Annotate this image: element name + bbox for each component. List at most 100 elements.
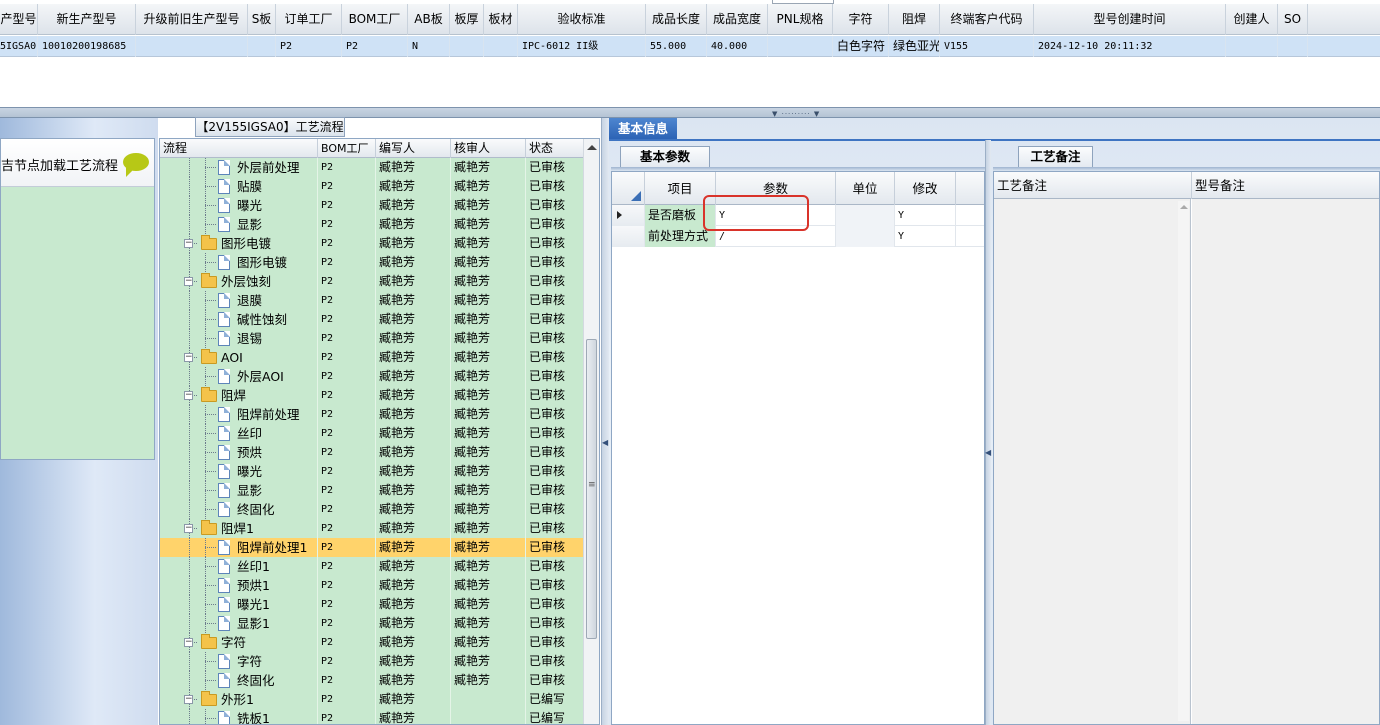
tree-cell-reviewer[interactable]: 臧艳芳 bbox=[451, 253, 526, 272]
tree-row[interactable]: 退锡 P2 臧艳芳 臧艳芳 已审核 bbox=[160, 329, 584, 348]
top-cell[interactable] bbox=[136, 36, 248, 57]
top-col-header[interactable]: 型号创建时间 bbox=[1034, 4, 1226, 35]
tree-row[interactable]: 曝光1 P2 臧艳芳 臧艳芳 已审核 bbox=[160, 595, 584, 614]
tree-cell-status[interactable]: 已审核 bbox=[526, 462, 584, 481]
tree-row[interactable]: 预烘1 P2 臧艳芳 臧艳芳 已审核 bbox=[160, 576, 584, 595]
tree-cell-writer[interactable]: 臧艳芳 bbox=[376, 481, 451, 500]
tree-node-cell[interactable]: 字符 bbox=[160, 652, 318, 671]
tree-node-cell[interactable]: 外层前处理 bbox=[160, 158, 318, 177]
collapse-right-icon[interactable]: ◀ bbox=[985, 448, 991, 457]
tree-cell-bom[interactable]: P2 bbox=[318, 633, 376, 652]
tree-cell-reviewer[interactable]: 臧艳芳 bbox=[451, 576, 526, 595]
tree-node-cell[interactable]: 预烘 bbox=[160, 443, 318, 462]
tree-cell-bom[interactable]: P2 bbox=[318, 519, 376, 538]
top-cell[interactable] bbox=[484, 36, 518, 57]
tree-cell-writer[interactable]: 臧艳芳 bbox=[376, 310, 451, 329]
top-cell[interactable]: 绿色亚光 bbox=[889, 36, 940, 57]
tree-cell-bom[interactable]: P2 bbox=[318, 177, 376, 196]
tree-node-cell[interactable]: − 阻焊1 bbox=[160, 519, 318, 538]
tree-cell-writer[interactable]: 臧艳芳 bbox=[376, 158, 451, 177]
tree-cell-writer[interactable]: 臧艳芳 bbox=[376, 709, 451, 724]
tree-cell-reviewer[interactable]: 臧艳芳 bbox=[451, 158, 526, 177]
tree-row[interactable]: 贴膜 P2 臧艳芳 臧艳芳 已审核 bbox=[160, 177, 584, 196]
top-cell[interactable]: 2024-12-10 20:11:32 bbox=[1034, 36, 1226, 57]
top-cell[interactable]: 10010200198685 bbox=[38, 36, 136, 57]
top-col-header[interactable]: 阻焊 bbox=[889, 4, 940, 35]
top-col-header[interactable]: 升级前旧生产型号 bbox=[136, 4, 248, 35]
collapse-node-icon[interactable]: − bbox=[184, 524, 193, 533]
tree-node-cell[interactable]: − 外层蚀刻 bbox=[160, 272, 318, 291]
tree-cell-reviewer[interactable]: 臧艳芳 bbox=[451, 557, 526, 576]
tree-cell-writer[interactable]: 臧艳芳 bbox=[376, 614, 451, 633]
tree-cell-reviewer[interactable]: 臧艳芳 bbox=[451, 538, 526, 557]
tree-cell-bom[interactable]: P2 bbox=[318, 405, 376, 424]
tree-cell-bom[interactable]: P2 bbox=[318, 310, 376, 329]
collapse-left-icon[interactable]: ◀ bbox=[602, 438, 608, 447]
tree-node-cell[interactable]: 丝印1 bbox=[160, 557, 318, 576]
tree-vertical-scrollbar[interactable] bbox=[583, 139, 599, 724]
tree-cell-reviewer[interactable]: 臧艳芳 bbox=[451, 215, 526, 234]
tree-cell-reviewer[interactable]: 臧艳芳 bbox=[451, 234, 526, 253]
top-cell[interactable]: 白色字符 bbox=[833, 36, 889, 57]
tree-cell-writer[interactable]: 臧艳芳 bbox=[376, 272, 451, 291]
tree-cell-reviewer[interactable]: 臧艳芳 bbox=[451, 462, 526, 481]
tree-row[interactable]: 丝印 P2 臧艳芳 臧艳芳 已审核 bbox=[160, 424, 584, 443]
tree-cell-reviewer[interactable]: 臧艳芳 bbox=[451, 443, 526, 462]
tree-row[interactable]: 终固化 P2 臧艳芳 臧艳芳 已审核 bbox=[160, 671, 584, 690]
tree-cell-status[interactable]: 已审核 bbox=[526, 348, 584, 367]
tree-cell-status[interactable]: 已审核 bbox=[526, 253, 584, 272]
scroll-up-icon[interactable] bbox=[587, 145, 597, 150]
param-cell-modified[interactable]: Y bbox=[895, 205, 956, 226]
tree-cell-status[interactable]: 已审核 bbox=[526, 310, 584, 329]
top-col-header[interactable]: AB板 bbox=[408, 4, 450, 35]
tree-cell-status[interactable]: 已审核 bbox=[526, 519, 584, 538]
tree-cell-status[interactable]: 已审核 bbox=[526, 196, 584, 215]
tree-row[interactable]: − 图形电镀 P2 臧艳芳 臧艳芳 已审核 bbox=[160, 234, 584, 253]
tree-row[interactable]: − 外层蚀刻 P2 臧艳芳 臧艳芳 已审核 bbox=[160, 272, 584, 291]
tab-basic-params[interactable]: 基本参数 bbox=[620, 146, 710, 167]
tree-cell-reviewer[interactable]: 臧艳芳 bbox=[451, 652, 526, 671]
tree-node-cell[interactable]: 退膜 bbox=[160, 291, 318, 310]
tree-cell-writer[interactable]: 臧艳芳 bbox=[376, 291, 451, 310]
tree-cell-reviewer[interactable] bbox=[451, 709, 526, 724]
tree-col-header[interactable]: 流程 bbox=[160, 139, 318, 158]
tree-node-cell[interactable]: 显影 bbox=[160, 215, 318, 234]
tree-col-header[interactable]: BOM工厂 bbox=[318, 139, 376, 158]
tree-cell-reviewer[interactable]: 臧艳芳 bbox=[451, 272, 526, 291]
tree-cell-bom[interactable]: P2 bbox=[318, 291, 376, 310]
tree-node-cell[interactable]: 外层AOI bbox=[160, 367, 318, 386]
tree-cell-writer[interactable]: 臧艳芳 bbox=[376, 329, 451, 348]
speech-bubble-icon[interactable] bbox=[123, 153, 149, 177]
top-col-header[interactable]: 新生产型号 bbox=[38, 4, 136, 35]
tree-row[interactable]: 曝光 P2 臧艳芳 臧艳芳 已审核 bbox=[160, 196, 584, 215]
tree-cell-status[interactable]: 已审核 bbox=[526, 291, 584, 310]
tree-cell-status[interactable]: 已审核 bbox=[526, 367, 584, 386]
tree-cell-writer[interactable]: 臧艳芳 bbox=[376, 557, 451, 576]
tree-row[interactable]: − 阻焊 P2 臧艳芳 臧艳芳 已审核 bbox=[160, 386, 584, 405]
tree-cell-bom[interactable]: P2 bbox=[318, 196, 376, 215]
tree-node-cell[interactable]: 曝光1 bbox=[160, 595, 318, 614]
tree-cell-reviewer[interactable]: 臧艳芳 bbox=[451, 481, 526, 500]
tree-cell-status[interactable]: 已审核 bbox=[526, 481, 584, 500]
tree-row[interactable]: 外层AOI P2 臧艳芳 臧艳芳 已审核 bbox=[160, 367, 584, 386]
tab-basic-info[interactable]: 基本信息 bbox=[609, 118, 677, 139]
tree-cell-bom[interactable]: P2 bbox=[318, 215, 376, 234]
tree-cell-bom[interactable]: P2 bbox=[318, 386, 376, 405]
tree-node-cell[interactable]: − 字符 bbox=[160, 633, 318, 652]
remark-col-process[interactable]: 工艺备注 bbox=[994, 172, 1192, 199]
tree-row[interactable]: − 字符 P2 臧艳芳 臧艳芳 已审核 bbox=[160, 633, 584, 652]
tree-cell-writer[interactable]: 臧艳芳 bbox=[376, 196, 451, 215]
tree-cell-writer[interactable]: 臧艳芳 bbox=[376, 652, 451, 671]
tree-cell-writer[interactable]: 臧艳芳 bbox=[376, 177, 451, 196]
tree-cell-writer[interactable]: 臧艳芳 bbox=[376, 671, 451, 690]
tree-cell-bom[interactable]: P2 bbox=[318, 595, 376, 614]
top-col-header[interactable]: 成品长度 bbox=[646, 4, 707, 35]
tree-cell-status[interactable]: 已审核 bbox=[526, 671, 584, 690]
remark-scrollbar[interactable] bbox=[1178, 201, 1189, 721]
tree-cell-reviewer[interactable] bbox=[451, 690, 526, 709]
tree-node-cell[interactable]: 曝光 bbox=[160, 196, 318, 215]
tree-cell-reviewer[interactable]: 臧艳芳 bbox=[451, 348, 526, 367]
tree-cell-writer[interactable]: 臧艳芳 bbox=[376, 367, 451, 386]
top-cell[interactable] bbox=[450, 36, 484, 57]
tree-cell-status[interactable]: 已审核 bbox=[526, 177, 584, 196]
